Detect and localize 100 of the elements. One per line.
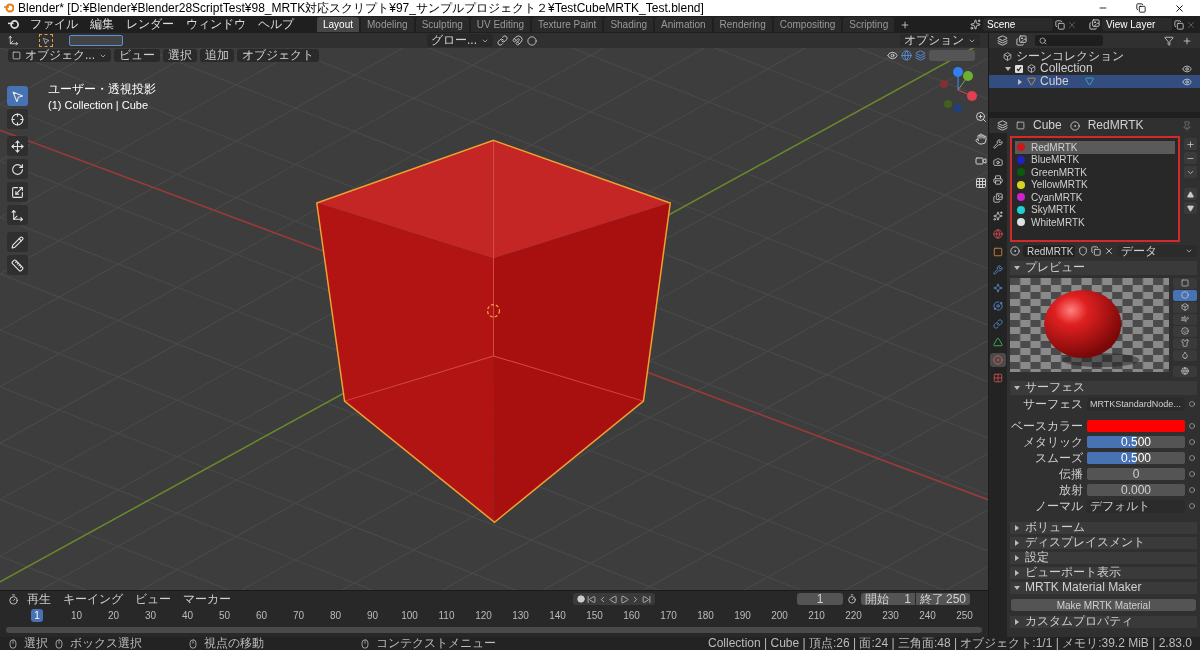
move-up-button[interactable] (1184, 188, 1197, 200)
material-slot[interactable]: SkyMRTK (1015, 203, 1175, 216)
app-logo-icon[interactable] (8, 19, 19, 30)
panel-header[interactable]: プレビュー (1010, 260, 1197, 275)
record-icon[interactable] (577, 595, 585, 603)
scene-icon[interactable] (970, 19, 981, 30)
viewport-menu[interactable]: 選択 (163, 49, 197, 62)
next-keyframe-icon[interactable] (631, 594, 640, 604)
socket-icon[interactable] (1189, 401, 1195, 407)
panel-header[interactable]: 設定 (1010, 551, 1197, 564)
disclosure-icon[interactable] (1014, 569, 1020, 576)
tree-row[interactable]: Cube (989, 75, 1200, 88)
tool-button[interactable] (7, 182, 28, 202)
eye-icon[interactable] (1182, 63, 1192, 74)
menu-item[interactable]: ウィンドウ (181, 18, 251, 31)
end-frame-field[interactable]: 終了 250 (916, 593, 970, 605)
current-frame-field[interactable]: 1 (797, 593, 843, 605)
dropdown-field[interactable]: MRTKStandardNode... (1087, 397, 1185, 411)
timeline-track[interactable] (6, 627, 982, 633)
tool-button[interactable] (7, 255, 28, 275)
slot-menu-button[interactable] (1184, 166, 1197, 178)
panel-header[interactable]: サーフェス (1010, 380, 1197, 395)
material-icon[interactable] (1010, 246, 1020, 256)
make-material-button[interactable]: Make MRTK Material (1011, 598, 1196, 611)
preview-shape-button[interactable] (1173, 313, 1197, 325)
outliner-editor-icon[interactable] (997, 35, 1008, 46)
preview-shape-button[interactable] (1173, 301, 1197, 313)
socket-icon[interactable] (1189, 439, 1195, 445)
workspace-tab[interactable]: UV Editing (470, 17, 530, 32)
overlay-icon[interactable] (915, 50, 926, 61)
panel-header[interactable]: MRTK Material Maker (1010, 581, 1197, 594)
options-dropdown[interactable]: オプション (900, 34, 980, 47)
start-frame-field[interactable]: 開始 1 (861, 593, 915, 605)
tool-button[interactable] (7, 232, 28, 252)
material-name-field[interactable]: RedMRTK (1023, 245, 1075, 257)
workspace-tab[interactable]: Rendering (713, 17, 772, 32)
checkbox[interactable] (1015, 64, 1023, 73)
panel-header[interactable]: カスタムプロパティ (1010, 615, 1197, 628)
panel-header[interactable]: ビューポート表示 (1010, 566, 1197, 579)
material-slot[interactable]: CyanMRTK (1015, 191, 1175, 204)
viewport-menu[interactable]: 追加 (200, 49, 234, 62)
eye-icon[interactable] (1182, 76, 1192, 87)
view-layer-icon[interactable] (1089, 19, 1100, 30)
workspace-tab[interactable]: Scripting (843, 17, 895, 32)
magnet-icon[interactable] (512, 35, 523, 46)
preview-shape-button[interactable] (1173, 337, 1197, 349)
color-swatch[interactable] (1087, 420, 1185, 432)
filter-icon[interactable] (1164, 35, 1174, 46)
disclosure-icon[interactable] (1014, 524, 1020, 531)
jump-end-icon[interactable] (642, 594, 651, 604)
play-icon[interactable] (620, 594, 629, 604)
tool-button[interactable] (7, 136, 28, 156)
preview-shape-button[interactable] (1173, 289, 1197, 301)
disclosure-icon[interactable] (1014, 384, 1020, 391)
value-slider[interactable]: 0.500 (1087, 436, 1185, 448)
tree-item[interactable]: シーンコレクション (1016, 49, 1124, 63)
view-layer-field[interactable]: View Layer (1102, 18, 1172, 31)
jump-start-icon[interactable] (587, 594, 596, 604)
add-slot-button[interactable] (1184, 138, 1197, 150)
copy-icon[interactable] (1055, 19, 1065, 30)
disclosure-icon[interactable] (1014, 584, 1020, 591)
material-slot[interactable]: RedMRTK (1015, 141, 1175, 154)
scene-field[interactable]: Scene (983, 18, 1053, 31)
move-down-button[interactable] (1184, 202, 1197, 214)
disclosure-icon[interactable] (1014, 618, 1020, 625)
properties-tab[interactable] (990, 335, 1006, 349)
remove-slot-button[interactable] (1184, 152, 1197, 164)
timeline-menu[interactable]: キーイング (59, 592, 127, 606)
timeline-menu[interactable]: マーカー (179, 592, 235, 606)
workspace-tab[interactable]: Modeling (361, 17, 414, 32)
menu-item[interactable]: 編集 (85, 18, 119, 31)
tool-button[interactable] (7, 159, 28, 179)
properties-tab[interactable] (990, 281, 1006, 295)
dropdown-field[interactable]: デフォルト (1087, 499, 1185, 513)
properties-tab[interactable] (990, 299, 1006, 313)
clock-icon[interactable] (8, 593, 19, 605)
material-slot[interactable]: BlueMRTK (1015, 153, 1175, 166)
play-reverse-icon[interactable] (609, 594, 618, 604)
tool-button[interactable] (7, 86, 28, 106)
tree-row[interactable]: Collection (989, 62, 1200, 75)
value-slider[interactable]: 0.500 (1087, 452, 1185, 464)
panel-header[interactable]: ディスプレイスメント (1010, 536, 1197, 549)
fake-user-icon[interactable] (1078, 246, 1088, 256)
link-dropdown[interactable]: データ (1117, 245, 1197, 257)
properties-tab[interactable] (990, 227, 1006, 241)
preview-shape-button[interactable] (1173, 365, 1197, 377)
disclosure-icon[interactable] (1014, 554, 1020, 561)
display-mode-icon[interactable] (1016, 35, 1027, 46)
menu-item[interactable]: ファイル (25, 18, 83, 31)
socket-icon[interactable] (1189, 471, 1195, 477)
timeline-menu[interactable]: 再生 (23, 592, 55, 606)
copy-icon[interactable] (1174, 19, 1184, 30)
gizmo-toggle-icon[interactable] (901, 50, 912, 61)
duplicate-icon[interactable] (1091, 246, 1101, 256)
properties-editor-icon[interactable] (997, 120, 1008, 131)
number-field[interactable]: 0 (1087, 468, 1185, 480)
search-field[interactable] (1035, 35, 1103, 46)
socket-icon[interactable] (1189, 423, 1195, 429)
stopwatch-icon[interactable] (847, 594, 857, 604)
transform-icon[interactable] (8, 35, 19, 46)
